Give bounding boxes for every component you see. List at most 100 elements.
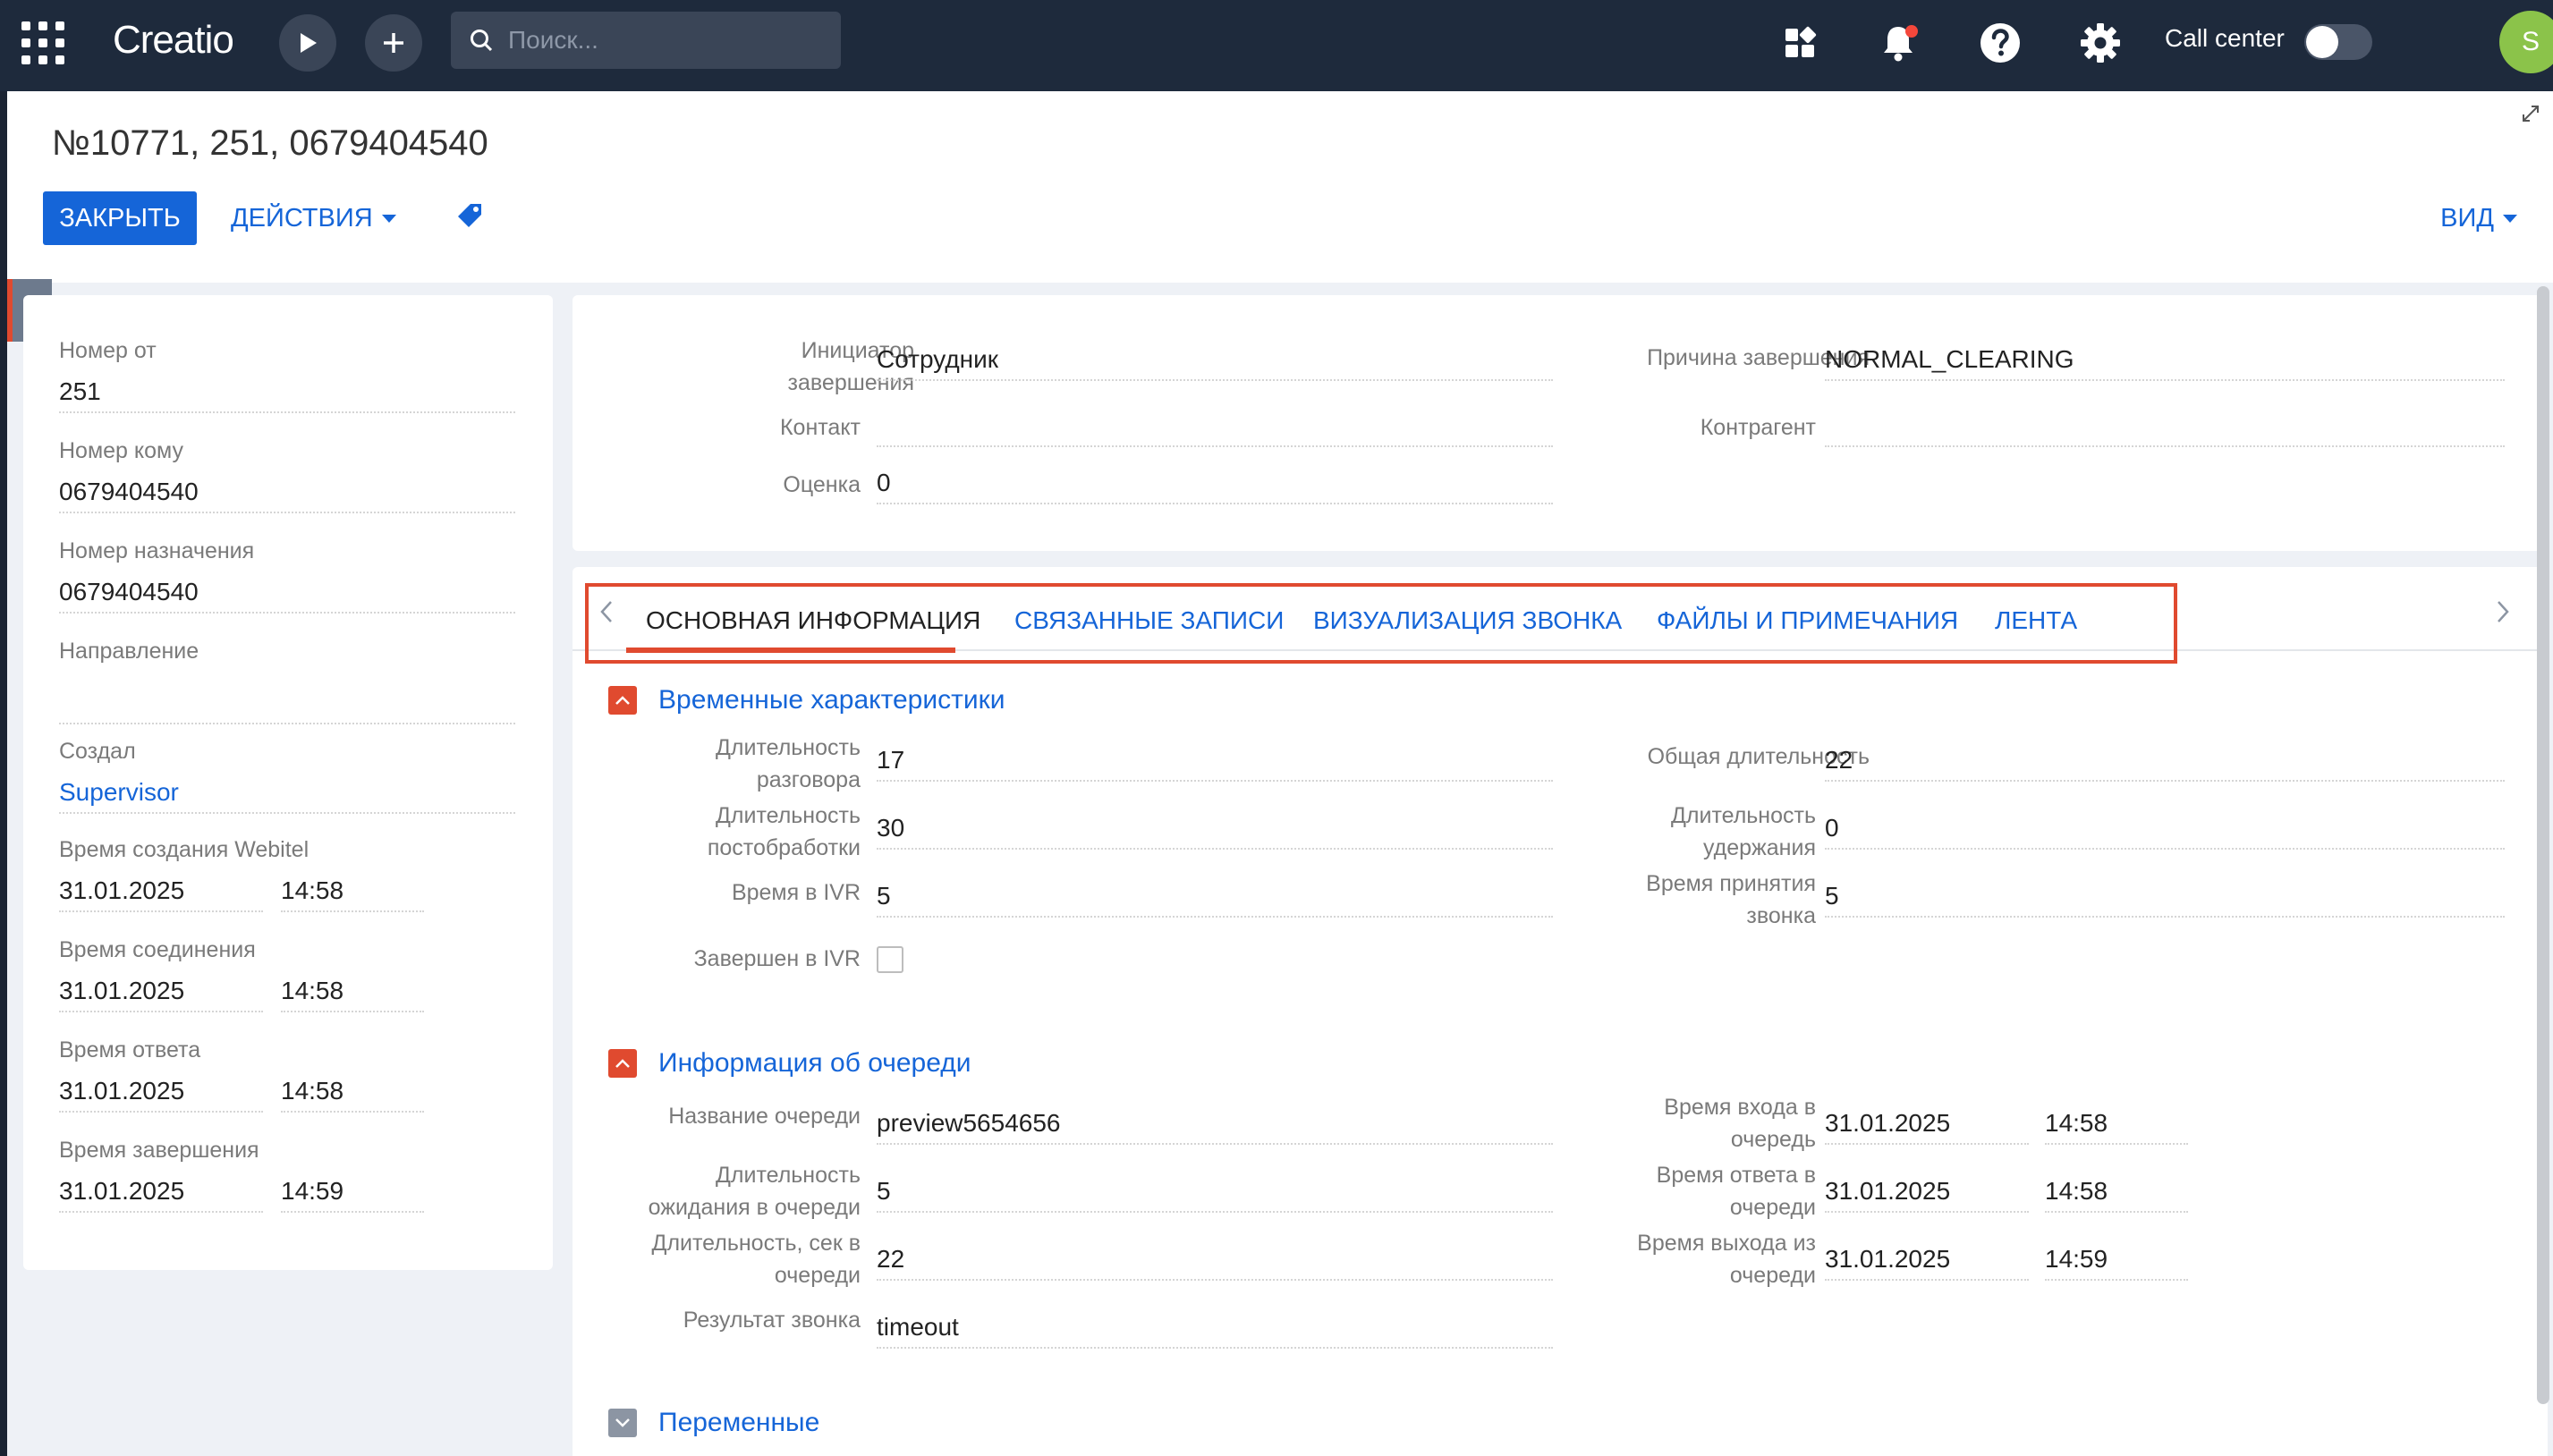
play-icon: [301, 33, 317, 53]
notifications-bell-icon[interactable]: [1873, 18, 1923, 68]
field-number-to: Номер кому 0679404540: [59, 438, 542, 513]
queue-exit-time-input[interactable]: 14:59: [2045, 1241, 2188, 1281]
initiator-label: Инициатор завершения: [626, 334, 914, 399]
time-section-header[interactable]: Временные характеристики: [608, 685, 1005, 715]
field-label: Время ответа: [59, 1037, 201, 1062]
fullscreen-expand-icon[interactable]: [2521, 104, 2540, 128]
settings-gear-icon[interactable]: [2075, 18, 2125, 68]
view-dropdown-button[interactable]: ВИД: [2440, 191, 2517, 245]
number-from-input[interactable]: 251: [59, 374, 515, 413]
queue-seconds-label: Длительность, сек в очереди: [590, 1227, 861, 1291]
view-label: ВИД: [2440, 203, 2494, 233]
initiator-input[interactable]: Сотрудник: [877, 342, 1553, 381]
expand-chevron-down-icon[interactable]: [608, 1409, 637, 1437]
date-input[interactable]: 31.01.2025: [59, 973, 263, 1012]
tab-feed[interactable]: ЛЕНТА: [1995, 606, 2077, 635]
queue-answer-time-input[interactable]: 14:58: [2045, 1173, 2188, 1213]
ivr-time-input[interactable]: 5: [877, 878, 1553, 918]
record-page: №10771, 251, 0679404540 ЗАКРЫТЬ ДЕЙСТВИЯ…: [7, 91, 2553, 1456]
label-line: постобработки: [707, 835, 861, 860]
section-title: Переменные: [658, 1408, 820, 1437]
call-result-input[interactable]: timeout: [877, 1309, 1553, 1349]
field-end-time: Время завершения 31.01.2025 14:59: [59, 1138, 542, 1213]
queue-enter-date-input[interactable]: 31.01.2025: [1825, 1105, 2029, 1145]
queue-enter-time-input[interactable]: 14:58: [2045, 1105, 2188, 1145]
ivr-completed-checkbox[interactable]: [877, 946, 903, 973]
destination-number-input[interactable]: 0679404540: [59, 574, 515, 614]
accept-time-input[interactable]: 5: [1825, 878, 2505, 918]
label-line: очереди: [774, 1263, 861, 1288]
toggle-knob: [2306, 26, 2338, 58]
queue-seconds-input[interactable]: 22: [877, 1241, 1553, 1281]
number-to-input[interactable]: 0679404540: [59, 474, 515, 513]
ivr-completed-label: Завершен в IVR: [693, 946, 861, 971]
post-processing-input[interactable]: 30: [877, 810, 1553, 850]
tag-icon[interactable]: [454, 200, 485, 235]
actions-dropdown-button[interactable]: ДЕЙСТВИЯ: [231, 191, 396, 245]
total-duration-input[interactable]: 22: [1825, 742, 2505, 782]
field-label: Номер кому: [59, 438, 183, 463]
tab-main-info[interactable]: ОСНОВНАЯ ИНФОРМАЦИЯ: [646, 606, 980, 635]
page-header: №10771, 251, 0679404540 ЗАКРЫТЬ ДЕЙСТВИЯ…: [7, 91, 2553, 283]
variables-section-header[interactable]: Переменные: [608, 1408, 819, 1438]
page-scrollbar[interactable]: [2537, 286, 2549, 1404]
help-icon[interactable]: [1975, 18, 2025, 68]
label-line: удержания: [1702, 835, 1816, 860]
call-center-toggle[interactable]: [2304, 24, 2372, 60]
time-input[interactable]: 14:58: [281, 873, 424, 912]
search-input[interactable]: [508, 12, 830, 69]
queue-name-label: Название очереди: [668, 1104, 861, 1129]
date-input[interactable]: 31.01.2025: [59, 1173, 263, 1213]
run-process-button[interactable]: [279, 14, 336, 72]
label-line: Длительность: [715, 803, 861, 828]
talk-duration-input[interactable]: 17: [877, 742, 1553, 782]
tabs-scroll-left-icon[interactable]: [599, 599, 614, 629]
field-webitel-created: Время создания Webitel 31.01.2025 14:58: [59, 837, 542, 912]
reason-input[interactable]: NORMAL_CLEARING: [1825, 342, 2505, 381]
time-input[interactable]: 14:59: [281, 1173, 424, 1213]
tabs-scroll-right-icon[interactable]: [2496, 599, 2510, 629]
field-created-by: Создал Supervisor: [59, 739, 542, 814]
call-center-label: Call center: [2165, 24, 2285, 52]
label-line: разговора: [756, 767, 861, 792]
close-button[interactable]: ЗАКРЫТЬ: [43, 191, 197, 245]
tab-related-records[interactable]: СВЯЗАННЫЕ ЗАПИСИ: [1014, 606, 1284, 635]
label-line: Длительность: [1670, 803, 1816, 828]
user-avatar[interactable]: S: [2499, 11, 2553, 73]
tab-call-visualization[interactable]: ВИЗУАЛИЗАЦИЯ ЗВОНКА: [1313, 606, 1622, 635]
total-duration-label: Общая длительность: [1647, 744, 1870, 769]
field-label: Направление: [59, 639, 199, 664]
account-label: Контрагент: [1700, 415, 1816, 440]
search-box[interactable]: [451, 12, 841, 69]
queue-wait-input[interactable]: 5: [877, 1173, 1553, 1213]
account-input[interactable]: [1825, 408, 2505, 447]
queue-name-input[interactable]: preview5654656: [877, 1105, 1553, 1145]
queue-exit-date-input[interactable]: 31.01.2025: [1825, 1241, 2029, 1281]
collapse-chevron-up-icon[interactable]: [608, 686, 637, 715]
contact-input[interactable]: [877, 408, 1553, 447]
label-line: Длительность: [715, 1163, 861, 1188]
label-line: ожидания в очереди: [648, 1195, 861, 1220]
time-input[interactable]: 14:58: [281, 1073, 424, 1113]
add-record-button[interactable]: [365, 14, 422, 72]
direction-input[interactable]: [59, 685, 515, 724]
date-input[interactable]: 31.01.2025: [59, 873, 263, 912]
label-line: Длительность: [715, 735, 861, 760]
tab-files-notes[interactable]: ФАЙЛЫ И ПРИМЕЧАНИЯ: [1657, 606, 1958, 635]
hold-duration-input[interactable]: 0: [1825, 810, 2505, 850]
chevron-down-icon: [2503, 214, 2517, 223]
queue-answer-date-input[interactable]: 31.01.2025: [1825, 1173, 2029, 1213]
talk-duration-label: Длительность разговора: [626, 732, 861, 796]
created-by-link[interactable]: Supervisor: [59, 775, 515, 814]
collapse-chevron-up-icon[interactable]: [608, 1049, 637, 1078]
time-input[interactable]: 14:58: [281, 973, 424, 1012]
apps-grid-icon[interactable]: [21, 21, 64, 64]
creatio-logo[interactable]: Creatio: [113, 18, 234, 63]
date-input[interactable]: 31.01.2025: [59, 1073, 263, 1113]
label-line: Инициатор: [801, 338, 914, 363]
rating-input[interactable]: 0: [877, 465, 1553, 504]
ivr-time-label: Время в IVR: [731, 880, 861, 905]
dashboard-icon[interactable]: [1775, 18, 1825, 68]
label-line: очереди: [1729, 1195, 1816, 1220]
queue-section-header[interactable]: Информация об очереди: [608, 1048, 971, 1079]
